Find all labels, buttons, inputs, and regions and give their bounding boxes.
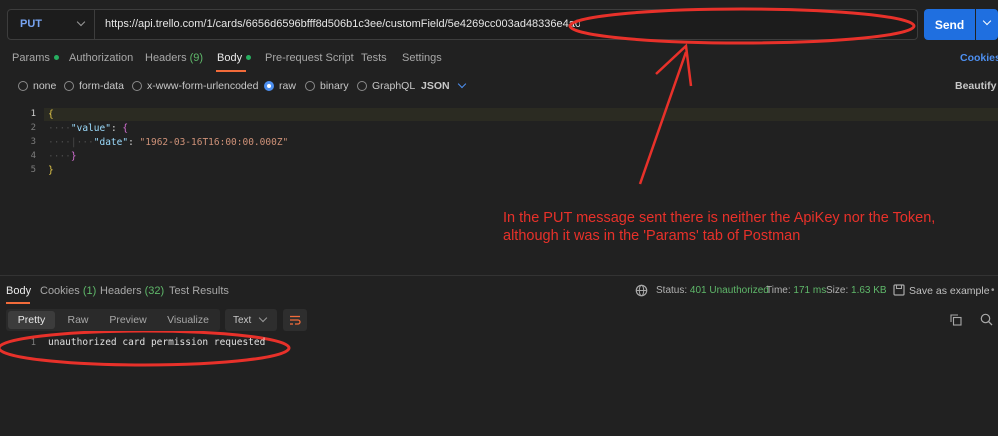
response-tab-test-results[interactable]: Test Results (169, 285, 229, 297)
wrap-icon (290, 315, 301, 325)
response-tab-headers[interactable]: Headers (32) (100, 285, 164, 297)
globe-icon (635, 284, 648, 297)
annotation-text: In the PUT message sent there is neither… (503, 210, 936, 244)
response-line-number: 1 (30, 338, 36, 348)
response-tab-cookies[interactable]: Cookies (1) (40, 285, 96, 297)
response-divider[interactable] (0, 275, 998, 276)
annotation-arrow-line (638, 51, 688, 185)
active-response-tab-indicator (6, 302, 30, 304)
time-readout: Time: 171 ms (766, 285, 827, 296)
size-readout: Size: 1.63 KB (826, 285, 887, 296)
copy-icon[interactable] (950, 314, 962, 326)
response-tab-body[interactable]: Body (6, 285, 31, 297)
search-icon[interactable] (980, 313, 993, 326)
save-as-example-button[interactable]: Save as example (909, 285, 990, 297)
view-pretty[interactable]: Pretty (8, 311, 55, 329)
status-readout: Status: 401 Unauthorized (656, 285, 769, 296)
url-highlight-ellipse (568, 7, 916, 45)
view-preview[interactable]: Preview (103, 309, 153, 331)
view-raw[interactable]: Raw (59, 309, 97, 331)
wrap-lines-button[interactable] (283, 309, 307, 331)
annotation-arrow-head (655, 43, 693, 87)
view-visualize[interactable]: Visualize (161, 309, 215, 331)
more-options-icon[interactable]: • (991, 285, 995, 296)
save-icon (893, 284, 905, 296)
text-format-select[interactable]: Text (225, 309, 277, 331)
chevron-down-icon (258, 313, 268, 323)
response-body-line[interactable]: unauthorized card permission requested (48, 337, 265, 348)
